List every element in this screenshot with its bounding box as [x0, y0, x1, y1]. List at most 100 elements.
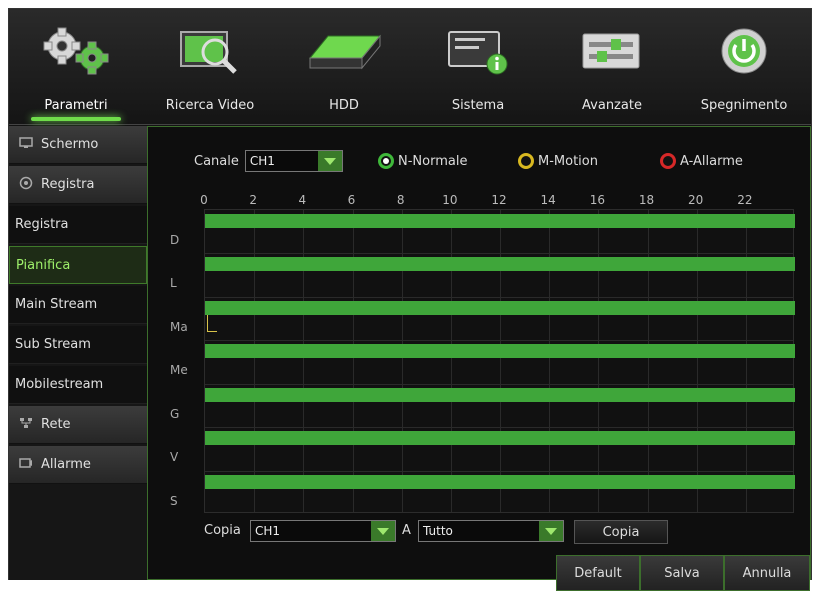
mode-motion-radio[interactable]: M-Motion — [518, 153, 598, 169]
sidebar-item-allarme[interactable]: Allarme — [9, 446, 147, 484]
row-divider — [205, 253, 793, 255]
system-info-icon — [438, 23, 518, 79]
monitor-icon — [19, 136, 33, 153]
schedule-bar[interactable] — [205, 474, 795, 489]
sidebar-item-label: Allarme — [41, 457, 91, 472]
tab-label: Parametri — [44, 98, 108, 113]
dvr-window: Parametri Ricerca Video HDD Sistema Avan… — [8, 8, 812, 591]
advanced-settings-icon — [572, 23, 652, 79]
hour-label: 18 — [638, 193, 655, 207]
sidebar-item-label: Registra — [41, 177, 95, 192]
schedule-bar[interactable] — [205, 214, 795, 228]
power-icon — [704, 23, 784, 79]
hour-label: 16 — [589, 193, 605, 207]
grid-line — [303, 210, 305, 512]
schedule-grid[interactable] — [204, 209, 795, 513]
mode-label: N-Normale — [398, 153, 468, 169]
record-icon — [19, 176, 33, 194]
row-divider — [205, 296, 793, 298]
grid-line — [401, 210, 403, 512]
sidebar-item-label: Sub Stream — [15, 337, 91, 352]
mode-alarm-radio[interactable]: A-Allarme — [660, 153, 743, 169]
tab-ricerca-video[interactable]: Ricerca Video — [143, 9, 277, 125]
sidebar-item-schermo[interactable]: Schermo — [9, 126, 147, 164]
hour-label: 14 — [540, 193, 556, 207]
day-label: V — [170, 450, 179, 465]
channel-label: Canale — [194, 153, 239, 169]
hour-label: 4 — [298, 193, 307, 207]
day-label: Ma — [170, 319, 188, 334]
tab-label: Sistema — [451, 98, 505, 113]
tab-label: HDD — [329, 98, 359, 113]
hour-label: 12 — [491, 193, 507, 207]
sidebar-item-registra-group[interactable]: Registra — [9, 166, 147, 204]
schedule-bar[interactable] — [205, 300, 795, 315]
copy-button[interactable]: Copia — [574, 520, 668, 544]
mode-label: A-Allarme — [680, 153, 743, 169]
radio-selected-icon — [378, 153, 394, 169]
active-tab-indicator — [31, 117, 121, 121]
sidebar-item-registra[interactable]: Registra — [9, 206, 147, 244]
hour-label: 10 — [442, 193, 458, 207]
hour-label: 2 — [249, 193, 257, 207]
channel-value: CH1 — [249, 154, 275, 168]
hour-label: 22 — [737, 193, 753, 207]
hour-label: 20 — [688, 193, 704, 207]
tab-spegnimento[interactable]: Spegnimento — [677, 9, 811, 125]
grid-line — [696, 210, 698, 512]
row-divider — [205, 427, 793, 429]
row-divider — [205, 340, 793, 342]
default-button[interactable]: Default — [556, 555, 640, 591]
schedule-bar[interactable] — [205, 431, 795, 446]
row-divider — [205, 383, 793, 385]
copy-from-select[interactable]: CH1 — [250, 520, 396, 542]
schedule-bar[interactable] — [205, 387, 795, 402]
grid-line — [598, 210, 600, 512]
chevron-down-icon — [371, 521, 395, 541]
sidebar-item-label: Registra — [15, 217, 69, 232]
tab-parametri[interactable]: Parametri — [9, 9, 143, 125]
channel-select[interactable]: CH1 — [244, 150, 343, 172]
tab-label: Ricerca Video — [165, 98, 255, 113]
grid-line — [450, 210, 452, 512]
grid-line — [352, 210, 354, 512]
sidebar-item-label: Main Stream — [15, 297, 98, 312]
save-button-label: Salva — [664, 565, 700, 581]
sidebar-item-pianifica[interactable]: Pianifica — [9, 246, 147, 284]
day-label: S — [170, 493, 178, 508]
grid-line — [745, 210, 747, 512]
hour-axis: 0 2 4 6 8 10 12 14 16 18 20 22 — [200, 193, 794, 207]
hour-label: 0 — [200, 193, 208, 207]
mode-label: M-Motion — [538, 153, 598, 169]
schedule-panel: Canale CH1 N-Normale M-Motion A-Allarme … — [147, 126, 811, 591]
sidebar-item-label: Pianifica — [16, 257, 71, 273]
chevron-down-icon — [539, 521, 563, 541]
radio-icon — [660, 153, 676, 169]
copy-to-value: Tutto — [423, 524, 453, 538]
save-button[interactable]: Salva — [640, 555, 724, 591]
copy-to-label: A — [402, 523, 411, 538]
tab-hdd[interactable]: HDD — [277, 9, 411, 125]
tab-sistema[interactable]: Sistema — [411, 9, 545, 125]
sidebar-item-label: Schermo — [41, 137, 99, 152]
sidebar-item-main-stream[interactable]: Main Stream — [9, 286, 147, 324]
cancel-button-label: Annulla — [742, 565, 792, 581]
grid-line — [549, 210, 551, 512]
sidebar-item-label: Mobilestream — [15, 377, 104, 392]
cancel-button[interactable]: Annulla — [724, 555, 810, 591]
default-button-label: Default — [574, 565, 622, 581]
sidebar: Schermo Registra Registra Pianifica Main… — [9, 126, 147, 580]
sidebar-item-label: Rete — [41, 417, 71, 432]
tab-avanzate[interactable]: Avanzate — [545, 9, 679, 125]
grid-line — [500, 210, 501, 512]
mode-normal-radio[interactable]: N-Normale — [378, 153, 467, 169]
day-label: L — [170, 276, 177, 291]
sidebar-item-rete[interactable]: Rete — [9, 406, 147, 444]
chevron-down-icon — [317, 151, 342, 171]
video-search-icon — [170, 23, 250, 79]
sidebar-item-mobilestream[interactable]: Mobilestream — [9, 366, 147, 404]
schedule-bar[interactable] — [205, 344, 795, 359]
copy-to-select[interactable]: Tutto — [418, 520, 564, 542]
sidebar-item-sub-stream[interactable]: Sub Stream — [9, 326, 147, 364]
schedule-bar[interactable] — [205, 257, 795, 272]
